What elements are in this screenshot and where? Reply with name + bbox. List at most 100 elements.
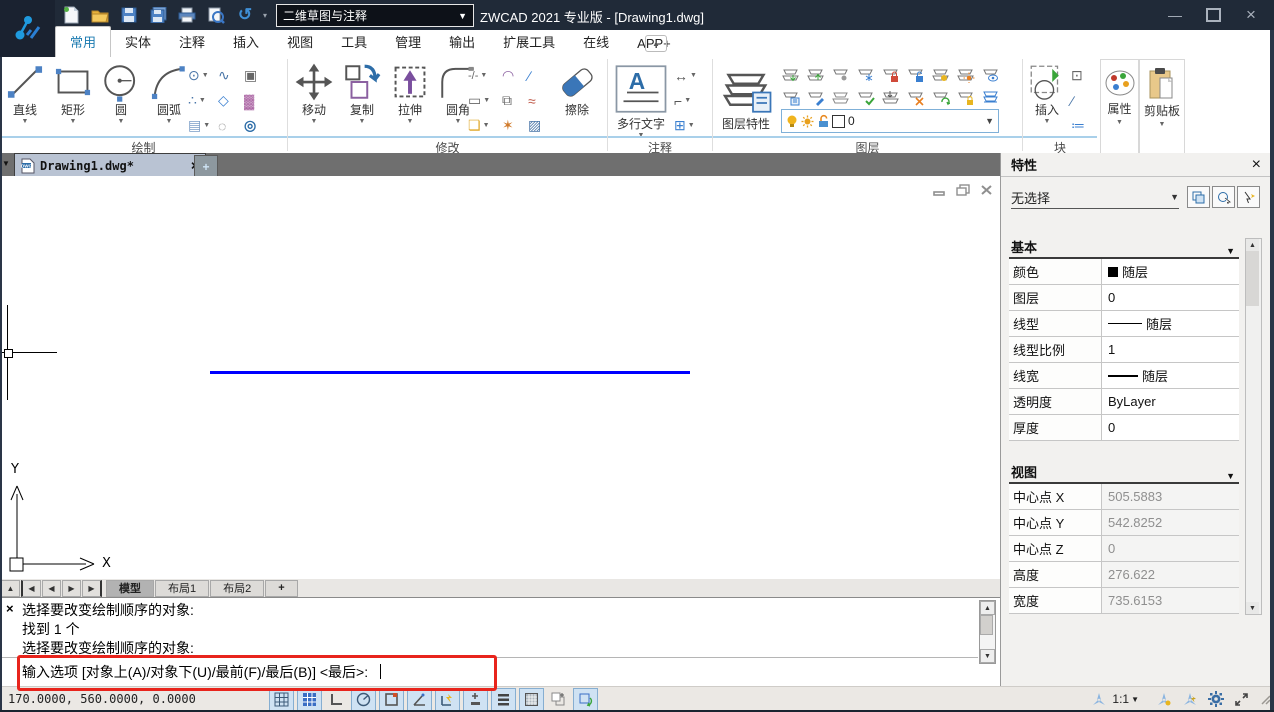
edit-hatch-icon[interactable]: ▨	[528, 117, 554, 134]
undo-icon[interactable]: ↺	[234, 4, 256, 26]
properties-close-icon[interactable]: ×	[1252, 156, 1261, 174]
scroll-thumb[interactable]	[1246, 251, 1259, 306]
scroll-up-icon[interactable]: ▲	[1246, 239, 1259, 251]
layer-state-icon[interactable]	[856, 90, 881, 106]
break-icon[interactable]: -/-▼	[468, 70, 502, 82]
print-icon[interactable]	[176, 4, 198, 26]
layer-sun-icon[interactable]	[956, 67, 981, 83]
last-layout-icon[interactable]: ▶	[82, 580, 102, 597]
property-row-linetype[interactable]: 线型 随层	[1009, 311, 1239, 337]
dimension-icon[interactable]: ↔▼	[674, 68, 708, 84]
property-row-color[interactable]: 颜色 随层	[1009, 259, 1239, 285]
edit-spline-icon[interactable]: ≈	[528, 93, 554, 109]
stretch-button[interactable]: 拉伸▼	[389, 61, 431, 125]
selection-dropdown[interactable]: 无选择 ▼	[1011, 186, 1179, 209]
gradient-icon[interactable]: ▤▼	[188, 117, 218, 134]
attributes-icon[interactable]: ≔	[1071, 117, 1095, 134]
first-layout-icon[interactable]: ◀	[21, 580, 41, 597]
tab-layout1[interactable]: 布局1	[155, 580, 209, 597]
section-view-header[interactable]: 视图 ▼	[1009, 463, 1239, 484]
scale-icon[interactable]: ❏▼	[468, 117, 502, 134]
mdi-restore-icon[interactable]	[956, 184, 970, 196]
close-icon[interactable]: ×	[1232, 0, 1270, 30]
annotation-scale-icon[interactable]	[1087, 689, 1110, 710]
mdi-close-icon[interactable]	[980, 184, 993, 196]
section-basic-header[interactable]: 基本 ▼	[1009, 238, 1239, 259]
join-icon[interactable]: ◠	[502, 67, 528, 84]
table-icon[interactable]: ⊞▼	[674, 117, 708, 134]
app-logo-icon[interactable]	[0, 0, 55, 57]
edit-polyline-icon[interactable]: ∕	[528, 68, 554, 84]
arc-button[interactable]: 圆弧▼	[148, 61, 190, 125]
cycle-select-toggle[interactable]	[547, 689, 570, 710]
region-icon[interactable]: ▣	[244, 67, 270, 84]
prev-layout-icon[interactable]: ◀	[42, 580, 61, 597]
layer-restore-icon[interactable]	[931, 90, 956, 106]
hatch-icon[interactable]: ▓	[244, 93, 270, 109]
select-objects-icon[interactable]	[1212, 186, 1235, 208]
tab-output[interactable]: 输出	[435, 27, 489, 57]
command-window-close-icon[interactable]: ×	[6, 601, 14, 616]
collapse-icon[interactable]: ▼	[1226, 471, 1235, 481]
annotation-scale-value[interactable]: 1:1	[1112, 692, 1129, 706]
transparency-toggle[interactable]	[519, 688, 544, 711]
erase-button[interactable]: 擦除	[556, 61, 598, 117]
auto-annotation-icon[interactable]	[1178, 689, 1201, 710]
new-file-icon[interactable]	[60, 4, 82, 26]
tab-tools[interactable]: 工具	[327, 27, 381, 57]
layer-lock-icon[interactable]	[881, 67, 906, 83]
layer-unlock-icon[interactable]	[906, 67, 931, 83]
maximize-icon[interactable]	[1194, 0, 1232, 30]
line-entity[interactable]	[210, 371, 690, 374]
property-row-thickness[interactable]: 厚度 0	[1009, 415, 1239, 441]
spline-icon[interactable]: ∿	[218, 67, 244, 84]
plot-preview-icon[interactable]	[205, 4, 227, 26]
mtext-button[interactable]: A 多行文字▼	[613, 61, 669, 139]
insert-button[interactable]: 插入▼	[1026, 61, 1068, 125]
layer-properties-button[interactable]: 图层特性	[718, 61, 774, 131]
layer-delete-icon[interactable]	[906, 90, 931, 106]
layer-lock-current-icon[interactable]	[956, 90, 981, 106]
ortho-toggle[interactable]	[325, 689, 348, 710]
tab-insert[interactable]: 插入	[219, 27, 273, 57]
edit-block-icon[interactable]: ∕	[1071, 93, 1095, 109]
settings-gear-icon[interactable]	[1204, 689, 1227, 710]
doc-tab-overflow-icon[interactable]: ▼	[2, 159, 10, 168]
toggle-pickadd-icon[interactable]	[1187, 186, 1210, 208]
undo-dropdown-icon[interactable]: ▾	[263, 11, 267, 20]
property-row-linetype-scale[interactable]: 线型比例 1	[1009, 337, 1239, 363]
create-block-icon[interactable]: ⊡	[1071, 67, 1095, 84]
offset-icon[interactable]: ▭▼	[468, 92, 502, 109]
drawing-canvas[interactable]: Y X	[2, 176, 998, 579]
layer-change-icon[interactable]	[806, 90, 831, 106]
align-icon[interactable]: ⧉	[502, 92, 528, 109]
new-document-tab-button[interactable]: +	[194, 155, 218, 178]
minimize-icon[interactable]: —	[1156, 0, 1194, 30]
tab-model[interactable]: 模型	[106, 580, 154, 597]
layer-visibility-icon[interactable]	[981, 67, 1006, 83]
ribbon-collapse-icon[interactable]: ▲	[645, 35, 667, 52]
save-all-icon[interactable]	[147, 4, 169, 26]
circle-button[interactable]: 圆▼	[100, 61, 142, 125]
tab-layout2[interactable]: 布局2	[210, 580, 264, 597]
quick-select-icon[interactable]	[1237, 186, 1260, 208]
collapse-icon[interactable]: ▼	[1226, 246, 1235, 256]
workspace-selector[interactable]: 二维草图与注释 ▼	[276, 4, 474, 27]
next-layout-icon[interactable]: ▶	[62, 580, 81, 597]
scroll-down-icon[interactable]: ▼	[1246, 602, 1259, 614]
property-row-layer[interactable]: 图层 0	[1009, 285, 1239, 311]
layer-off-icon[interactable]	[781, 67, 806, 83]
properties-scrollbar[interactable]: ▲ ▼	[1245, 238, 1262, 615]
document-tab[interactable]: DWG Drawing1.dwg* ×	[14, 153, 206, 178]
scroll-thumb[interactable]	[980, 615, 993, 635]
annotation-visibility-icon[interactable]	[1152, 689, 1175, 710]
layer-prev-icon[interactable]	[831, 90, 856, 106]
tab-solid[interactable]: 实体	[111, 27, 165, 57]
clipboard-button[interactable]: 剪贴板▼	[1139, 59, 1185, 159]
coordinate-display[interactable]: 170.0000, 560.0000, 0.0000	[8, 692, 238, 706]
show-lineweight-toggle[interactable]	[491, 688, 516, 711]
circle-center-icon[interactable]: ⊙▼	[188, 67, 218, 84]
properties-palette-button[interactable]: 属性▼	[1100, 59, 1139, 159]
polyline-icon[interactable]: ◇	[218, 92, 244, 109]
point-icon[interactable]: ∴▼	[188, 92, 218, 109]
